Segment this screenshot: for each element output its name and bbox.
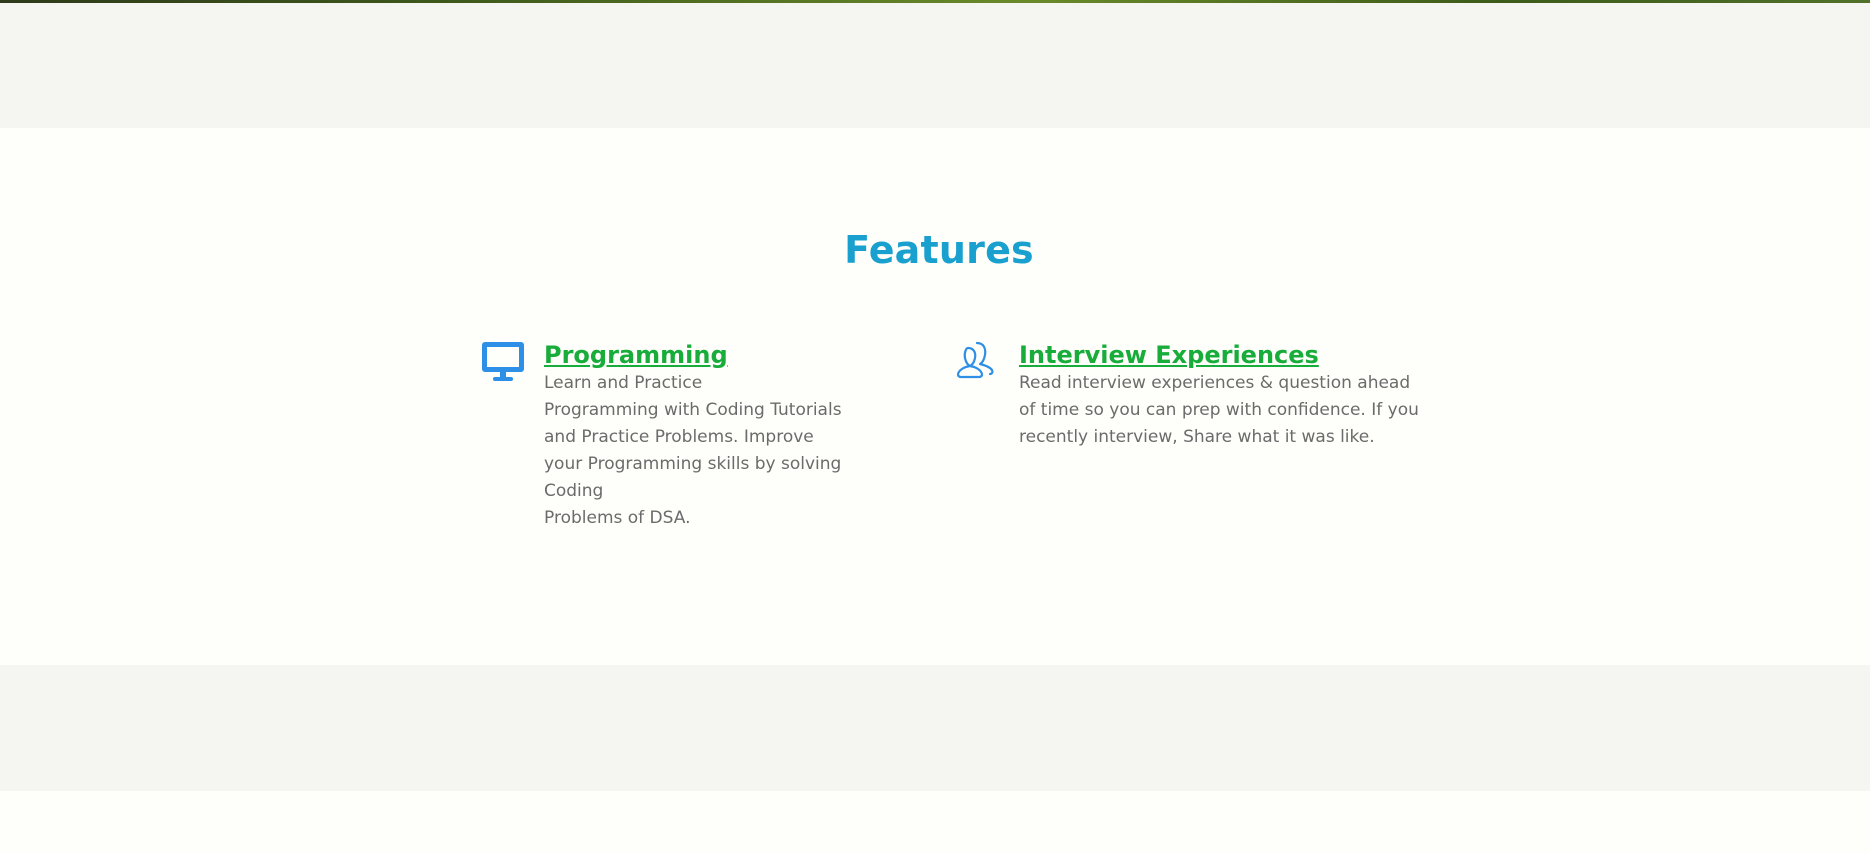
next-section xyxy=(0,791,1870,853)
feature-body: Programming Learn and Practice Programmi… xyxy=(544,338,904,532)
feature-body: Interview Experiences Read interview exp… xyxy=(1019,338,1419,451)
section-title: Features xyxy=(844,228,1034,272)
interview-experiences-description: Read interview experiences & question ah… xyxy=(1019,373,1419,447)
users-icon xyxy=(955,338,1001,384)
top-band xyxy=(0,3,1870,128)
programming-description: Learn and Practice Programming with Codi… xyxy=(544,373,842,528)
interview-experiences-link[interactable]: Interview Experiences xyxy=(1019,340,1419,370)
bottom-band xyxy=(0,665,1870,791)
features-section: Features Programming Learn and Practice … xyxy=(0,128,1870,665)
programming-link[interactable]: Programming xyxy=(544,340,904,370)
monitor-icon xyxy=(480,338,526,384)
